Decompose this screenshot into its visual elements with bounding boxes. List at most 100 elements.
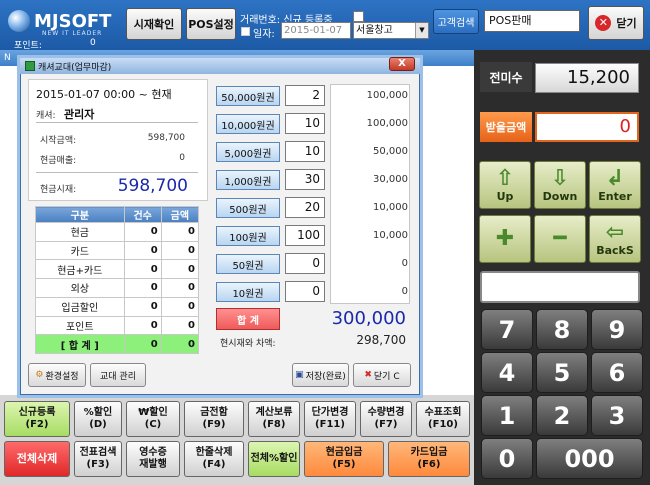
close-button[interactable]: ✕ 닫기	[588, 6, 644, 40]
env-settings-button[interactable]: ⚙ 환경설정	[28, 363, 86, 387]
key-7[interactable]: 7	[481, 309, 533, 350]
denom-50-button[interactable]: 50원권	[216, 254, 280, 274]
delete-line-button[interactable]: 한줄삭제 (F4)	[184, 441, 244, 477]
row-count: 0	[123, 222, 162, 242]
count-field-50[interactable]: 0	[285, 253, 325, 274]
count-field-500[interactable]: 20	[285, 197, 325, 218]
amount-100: 10,000	[373, 230, 408, 241]
key-2[interactable]: 2	[536, 395, 588, 436]
sale-mode-field[interactable]: POS판매	[484, 10, 580, 32]
table-row: 외상 0 0	[35, 278, 200, 298]
denom-10-button[interactable]: 10원권	[216, 282, 280, 302]
won-discount-button[interactable]: ₩할인 (C)	[126, 401, 180, 437]
new-entry-button[interactable]: 신규등록 (F2)	[4, 401, 70, 437]
warehouse-checkbox[interactable]	[353, 11, 364, 22]
price-change-button[interactable]: 단가변경 (F11)	[304, 401, 356, 437]
row-amount: 0	[160, 240, 200, 261]
save-button[interactable]: ▣ 저장(완료)	[292, 363, 349, 387]
enter-button[interactable]: ↲ Enter	[589, 161, 641, 209]
customer-search-button[interactable]: 고객검색	[433, 9, 479, 34]
cash-deposit-button[interactable]: 현금입금 (F5)	[304, 441, 384, 477]
delete-line-key: (F4)	[202, 459, 226, 470]
minus-button[interactable]: ━	[534, 215, 586, 263]
slip-search-key: (F3)	[86, 459, 110, 470]
key-8[interactable]: 8	[536, 309, 588, 350]
cash-drawer-button[interactable]: 금전함 (F9)	[184, 401, 244, 437]
row-type: 현금+카드	[35, 259, 125, 280]
denom-500-button[interactable]: 500원권	[216, 198, 280, 218]
slip-search-button[interactable]: 전표검색 (F3)	[74, 441, 122, 477]
key-3[interactable]: 3	[591, 395, 643, 436]
qty-change-button[interactable]: 수량변경 (F7)	[360, 401, 412, 437]
row-count: 0	[123, 259, 162, 280]
count-field-5000[interactable]: 10	[285, 141, 325, 162]
key-9[interactable]: 9	[591, 309, 643, 350]
pos-settings-button[interactable]: POS설정	[186, 8, 236, 40]
table-header-row: 구분 건수 금액	[35, 206, 200, 223]
card-deposit-button[interactable]: 카드입금 (F6)	[388, 441, 470, 477]
percent-discount-button[interactable]: %할인 (D)	[74, 401, 122, 437]
dialog-close-icon[interactable]: X	[389, 57, 415, 71]
cash-sales-value: 0	[179, 153, 185, 163]
date-checkbox[interactable]	[241, 27, 250, 36]
total-type: [ 합 계 ]	[35, 334, 125, 354]
key-5[interactable]: 5	[536, 352, 588, 393]
count-field-10000[interactable]: 10	[285, 113, 325, 134]
unpaid-value: 15,200	[535, 63, 639, 93]
table-row: 현금+카드 0 0	[35, 259, 200, 280]
row-amount: 0	[160, 222, 200, 242]
denom-5000-button[interactable]: 5,000원권	[216, 142, 280, 162]
cash-deposit-label: 현금입금	[325, 447, 363, 458]
reprint-receipt-button[interactable]: 영수증 재발행	[126, 441, 180, 477]
table-total-row: [ 합 계 ] 0 0	[35, 334, 200, 354]
warehouse-select[interactable]: 서울창고 ▼	[353, 22, 429, 39]
minus-icon: ━	[553, 226, 567, 251]
key-4[interactable]: 4	[481, 352, 533, 393]
table-row: 포인트 0 0	[35, 315, 200, 336]
plus-button[interactable]: ✚	[479, 215, 531, 263]
table-row: 입금할인 0 0	[35, 296, 200, 317]
date-label: 일자:	[253, 29, 275, 40]
check-inquiry-label: 수표조회	[424, 407, 462, 418]
shift-manage-button[interactable]: 교대 관리	[90, 363, 146, 387]
cash-drawer-key: (F9)	[202, 419, 226, 430]
key-6[interactable]: 6	[591, 352, 643, 393]
enter-label: Enter	[598, 189, 632, 203]
count-field-100[interactable]: 100	[285, 225, 325, 246]
row-amount: 0	[160, 278, 200, 298]
delete-all-button[interactable]: 전체삭제	[4, 441, 70, 477]
total-button[interactable]: 합 계	[216, 308, 280, 330]
key-1[interactable]: 1	[481, 395, 533, 436]
percent-discount-label: %할인	[83, 407, 113, 418]
count-field-50000[interactable]: 2	[285, 85, 325, 106]
row-type: 포인트	[35, 315, 125, 336]
down-button[interactable]: ⇩ Down	[534, 161, 586, 209]
dialog-close-button[interactable]: ✖ 닫기 C	[353, 363, 411, 387]
key-0[interactable]: 0	[481, 438, 533, 479]
cash-check-button[interactable]: 시재확인	[126, 8, 182, 40]
row-type: 입금할인	[35, 296, 125, 317]
denom-1000-button[interactable]: 1,000원권	[216, 170, 280, 190]
col-type: 구분	[35, 206, 125, 223]
start-amount-label: 시작금액:	[40, 136, 77, 146]
price-change-key: (F11)	[315, 419, 345, 430]
count-field-1000[interactable]: 30	[285, 169, 325, 190]
hold-button[interactable]: 계산보류 (F8)	[248, 401, 300, 437]
count-field-10[interactable]: 0	[285, 281, 325, 302]
date-field[interactable]: 2015-01-07	[281, 22, 351, 39]
denom-10000-button[interactable]: 10,000원권	[216, 114, 280, 134]
amount-1000: 30,000	[373, 174, 408, 185]
save-label: 저장(완료)	[305, 371, 346, 382]
key-000[interactable]: 000	[536, 438, 643, 479]
hold-label: 계산보류	[255, 407, 293, 418]
total-percent-discount-button[interactable]: 전체%할인	[248, 441, 300, 477]
row-count: 0	[123, 296, 162, 317]
check-inquiry-button[interactable]: 수표조회 (F10)	[416, 401, 470, 437]
denom-100-button[interactable]: 100원권	[216, 226, 280, 246]
difference-value: 298,700	[356, 333, 406, 347]
denom-50000-button[interactable]: 50,000원권	[216, 86, 280, 106]
numpad-display[interactable]	[480, 271, 640, 303]
up-button[interactable]: ⇧ Up	[479, 161, 531, 209]
backspace-button[interactable]: ⇦ BackS	[589, 215, 641, 263]
total-percent-discount-label: 전체%할인	[250, 453, 298, 464]
